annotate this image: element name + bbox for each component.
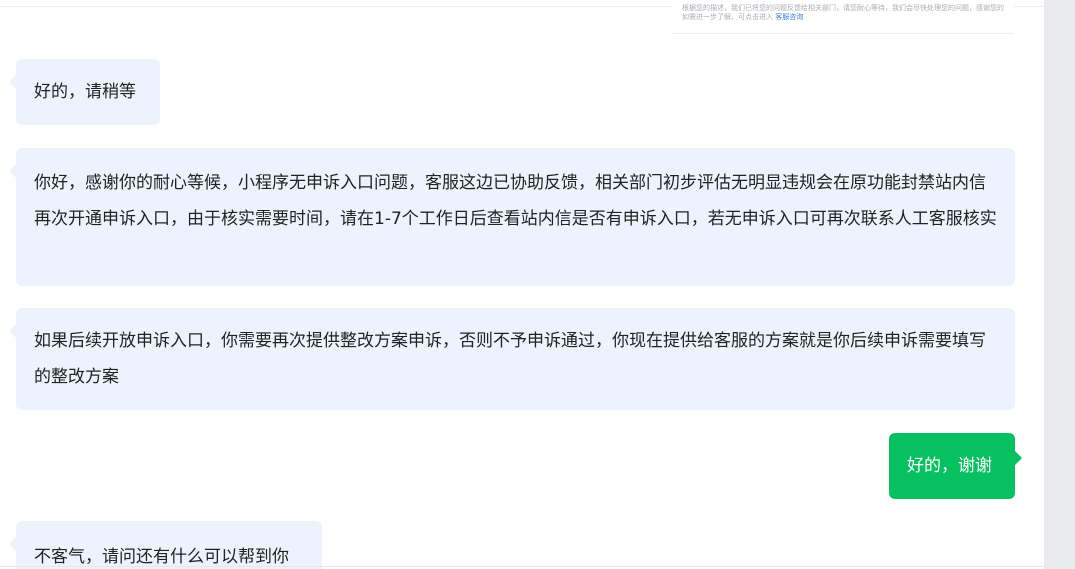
agent-message-bubble: 你好，感谢你的耐心等候，小程序无申诉入口问题，客服这边已协助反馈，相关部门初步评… — [9, 148, 1015, 286]
message-text: 如果后续开放申诉入口，你需要再次提供整改方案申诉，否则不予申诉通过，你现在提供给… — [34, 331, 986, 387]
message-text: 好的，谢谢 — [907, 456, 992, 476]
scrollbar-track[interactable] — [1044, 0, 1075, 569]
agent-message-bubble: 如果后续开放申诉入口，你需要再次提供整改方案申诉，否则不予申诉通过，你现在提供给… — [9, 308, 1015, 410]
agent-message-bubble: 好的，请稍等 — [9, 59, 160, 125]
agent-message-bubble: 不客气，请问还有什么可以帮到你 — [9, 521, 322, 569]
chat-window: 根据您的描述，我们已将您的问题反馈给相关部门，请您耐心等待，我们会尽快处理您的问… — [0, 0, 1075, 569]
message-text: 不客气，请问还有什么可以帮到你 — [34, 547, 289, 567]
previous-card-footer-text: 如需进一步了解，可点击进入 — [682, 13, 773, 21]
user-message-bubble: 好的，谢谢 — [889, 433, 1022, 499]
message-text: 好的，请稍等 — [34, 82, 136, 102]
input-area-divider — [0, 566, 1044, 567]
previous-card-text: 根据您的描述，我们已将您的问题反馈给相关部门，请您耐心等待，我们会尽快处理您的问… — [682, 4, 1004, 12]
previous-card-footer: 如需进一步了解，可点击进入 客服咨询 — [682, 13, 1004, 22]
previous-message-card: 根据您的描述，我们已将您的问题反馈给相关部门，请您耐心等待，我们会尽快处理您的问… — [672, 0, 1014, 34]
message-text: 你好，感谢你的耐心等候，小程序无申诉入口问题，客服这边已协助反馈，相关部门初步评… — [34, 173, 997, 229]
previous-card-link[interactable]: 客服咨询 — [775, 13, 803, 21]
